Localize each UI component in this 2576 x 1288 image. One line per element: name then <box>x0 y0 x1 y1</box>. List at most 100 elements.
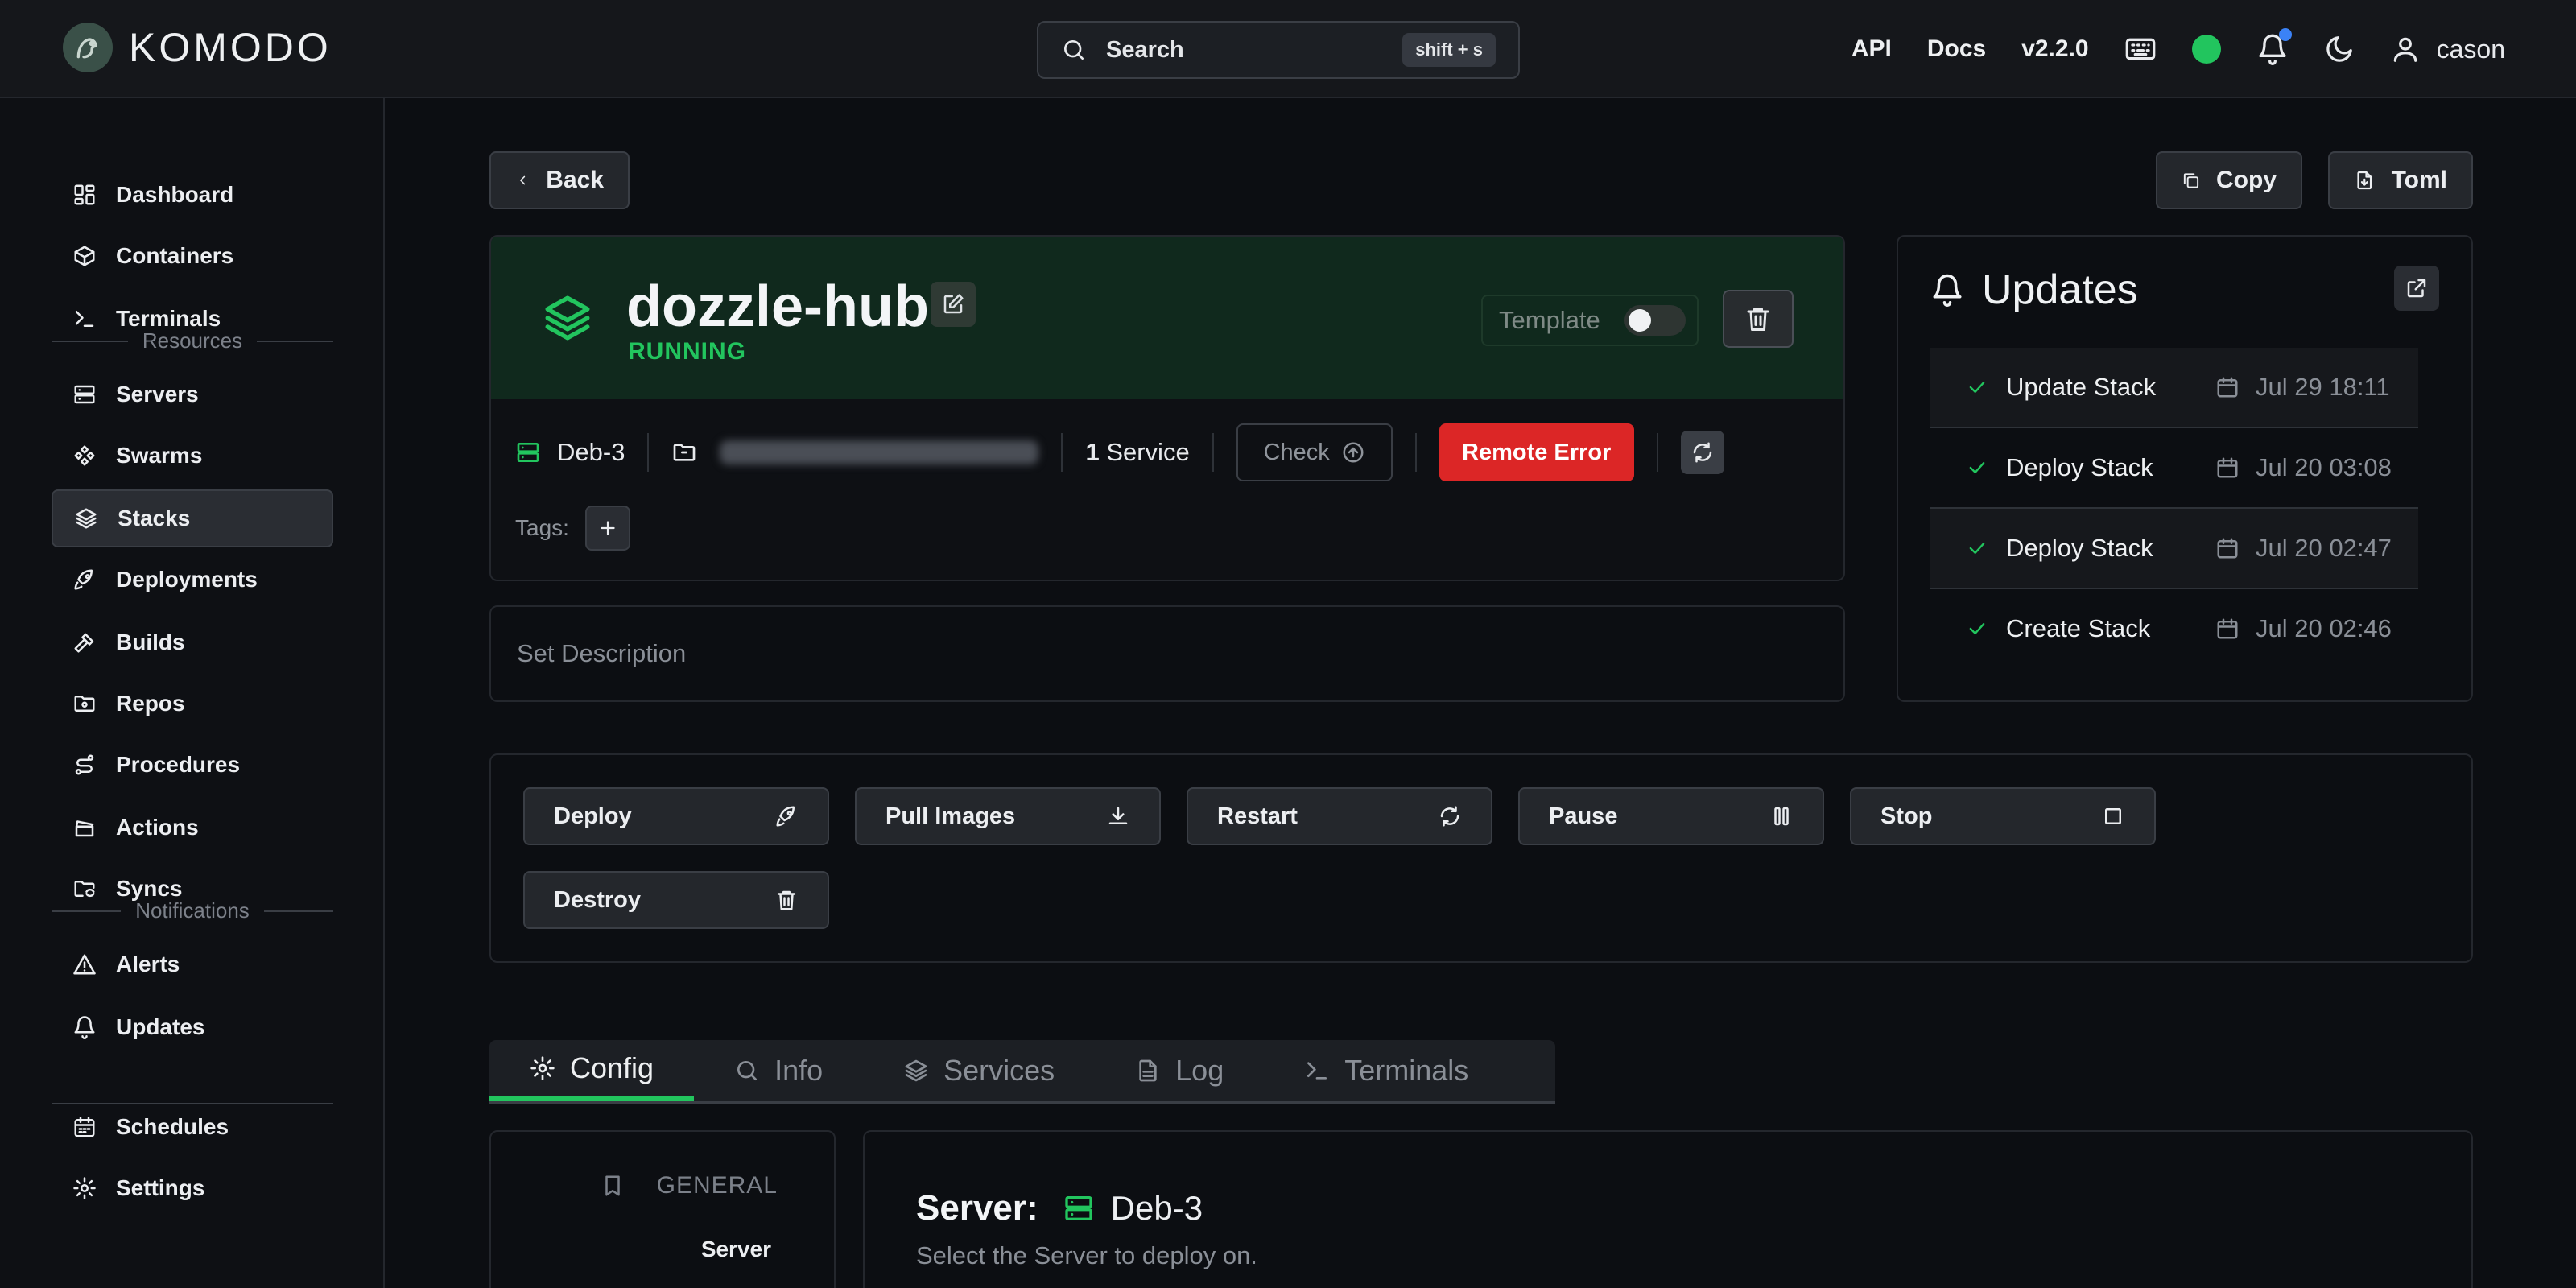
gear-icon <box>530 1056 555 1080</box>
rocket-icon <box>776 806 795 827</box>
folder-icon <box>671 440 697 465</box>
bell-icon <box>1933 274 1962 307</box>
stop-label: Stop <box>1880 803 1933 829</box>
deploy-label: Deploy <box>554 803 632 829</box>
stack-actions-panel: Deploy Pull Images Restart Pause Stop De… <box>489 753 2473 963</box>
docs-link[interactable]: Docs <box>1927 35 1986 63</box>
server-icon <box>74 385 95 404</box>
template-toggle[interactable] <box>1624 305 1686 336</box>
tab-label: Log <box>1175 1054 1224 1087</box>
brand-logo[interactable]: KOMODO <box>63 23 332 72</box>
search-bar[interactable]: Search shift + s <box>1037 21 1520 79</box>
restart-button[interactable]: Restart <box>1187 787 1492 845</box>
sidebar-item-alerts[interactable]: Alerts <box>52 935 333 993</box>
config-section-general[interactable]: GENERAL <box>601 1172 778 1199</box>
file-text-icon <box>1139 1059 1157 1082</box>
sidebar-item-containers[interactable]: Containers <box>52 227 333 285</box>
update-row[interactable]: Update Stack Jul 29 18:11 <box>1930 348 2418 427</box>
version-link[interactable]: v2.2.0 <box>2021 35 2088 63</box>
tab-label: Info <box>774 1054 824 1087</box>
check-button[interactable]: Check <box>1236 423 1393 481</box>
sidebar-item-label: Dashboard <box>116 182 234 207</box>
update-row[interactable]: Deploy Stack Jul 20 02:47 <box>1930 509 2418 588</box>
update-name: Create Stack <box>2006 614 2151 642</box>
sidebar-item-dashboard[interactable]: Dashboard <box>52 166 333 224</box>
server-icon <box>515 440 541 465</box>
sidebar-item-swarms[interactable]: Swarms <box>52 427 333 485</box>
sidebar-item-label: Schedules <box>116 1114 229 1139</box>
destroy-button[interactable]: Destroy <box>523 871 829 929</box>
user-menu[interactable]: cason <box>2390 34 2505 64</box>
stop-button[interactable]: Stop <box>1850 787 2156 845</box>
trash-icon <box>1747 308 1769 331</box>
sidebar-item-actions[interactable]: Actions <box>52 799 333 857</box>
theme-toggle-moon-icon[interactable] <box>2324 34 2355 64</box>
download-icon <box>1108 807 1128 824</box>
notifications-button[interactable] <box>2256 28 2292 65</box>
add-tag-button[interactable] <box>584 506 630 551</box>
username: cason <box>2436 34 2505 64</box>
rename-button[interactable] <box>931 282 976 327</box>
description-field[interactable]: Set Description <box>489 605 1845 702</box>
tab-config[interactable]: Config <box>489 1040 695 1101</box>
api-link[interactable]: API <box>1852 35 1892 63</box>
sidebar-item-stacks[interactable]: Stacks <box>52 489 333 547</box>
chevron-left-icon <box>520 175 526 185</box>
open-updates-button[interactable] <box>2394 266 2439 311</box>
trash-icon <box>777 890 796 910</box>
sidebar-item-label: Settings <box>116 1175 205 1200</box>
refresh-button[interactable] <box>1680 431 1724 474</box>
config-nav-server[interactable]: Server <box>701 1236 771 1262</box>
sidebar-item-repos[interactable]: Repos <box>52 675 333 733</box>
sidebar-section-notifications: Notifications <box>52 898 333 923</box>
server-select[interactable]: Deb-3 <box>1063 1189 1203 1228</box>
sidebar-item-builds[interactable]: Builds <box>52 613 333 671</box>
delete-stack-button[interactable] <box>1723 290 1794 348</box>
back-button[interactable]: Back <box>489 151 630 209</box>
copy-button[interactable]: Copy <box>2156 151 2302 209</box>
sidebar-item-updates[interactable]: Updates <box>52 998 333 1056</box>
sidebar-item-deployments[interactable]: Deployments <box>52 551 333 609</box>
stop-icon <box>2105 808 2121 824</box>
tab-services[interactable]: Services <box>863 1040 1095 1101</box>
remote-error-badge[interactable]: Remote Error <box>1439 423 1634 481</box>
stack-header-card: dozzle-hub RUNNING Template Deb-3 1 Serv… <box>489 235 1845 581</box>
sidebar-item-label: Builds <box>116 630 185 654</box>
pause-button[interactable]: Pause <box>1518 787 1824 845</box>
tags-row: Tags: <box>515 506 630 551</box>
server-link[interactable]: Deb-3 <box>557 438 625 467</box>
user-icon <box>2393 37 2417 62</box>
gear-icon <box>73 1177 96 1199</box>
refresh-icon <box>1440 806 1459 827</box>
sidebar-item-procedures[interactable]: Procedures <box>52 736 333 794</box>
search-icon <box>737 1061 758 1080</box>
update-row[interactable]: Create Stack Jul 20 02:46 <box>1930 589 2418 668</box>
plus-icon <box>601 521 615 535</box>
update-row[interactable]: Deploy Stack Jul 20 03:08 <box>1930 428 2418 507</box>
tab-log[interactable]: Log <box>1095 1040 1264 1101</box>
sidebar-item-schedules[interactable]: Schedules <box>52 1098 333 1156</box>
calendar-icon <box>2217 618 2238 639</box>
tab-label: Config <box>570 1051 654 1084</box>
sidebar-item-label: Procedures <box>116 752 241 777</box>
sidebar: Dashboard Containers Terminals Resources… <box>0 98 385 1288</box>
connection-status-indicator[interactable] <box>2191 35 2221 64</box>
dashboard-icon <box>74 184 95 205</box>
toml-button[interactable]: Toml <box>2328 151 2473 209</box>
check-icon <box>1966 456 1988 479</box>
komodo-logo-icon <box>63 23 113 72</box>
pull-images-button[interactable]: Pull Images <box>855 787 1161 845</box>
pause-icon <box>1774 807 1789 826</box>
sidebar-item-settings[interactable]: Settings <box>52 1159 333 1217</box>
file-download-icon <box>2357 171 2372 190</box>
back-label: Back <box>546 167 604 193</box>
check-icon <box>1966 617 1988 640</box>
tab-terminals[interactable]: Terminals <box>1264 1040 1509 1101</box>
tab-info[interactable]: Info <box>694 1040 863 1101</box>
stack-name: dozzle-hub <box>626 275 929 339</box>
keyboard-icon[interactable] <box>2124 33 2157 65</box>
deploy-button[interactable]: Deploy <box>523 787 829 845</box>
sidebar-item-servers[interactable]: Servers <box>52 365 333 423</box>
template-label: Template <box>1499 306 1600 334</box>
arrow-up-circle-icon <box>1343 442 1364 463</box>
